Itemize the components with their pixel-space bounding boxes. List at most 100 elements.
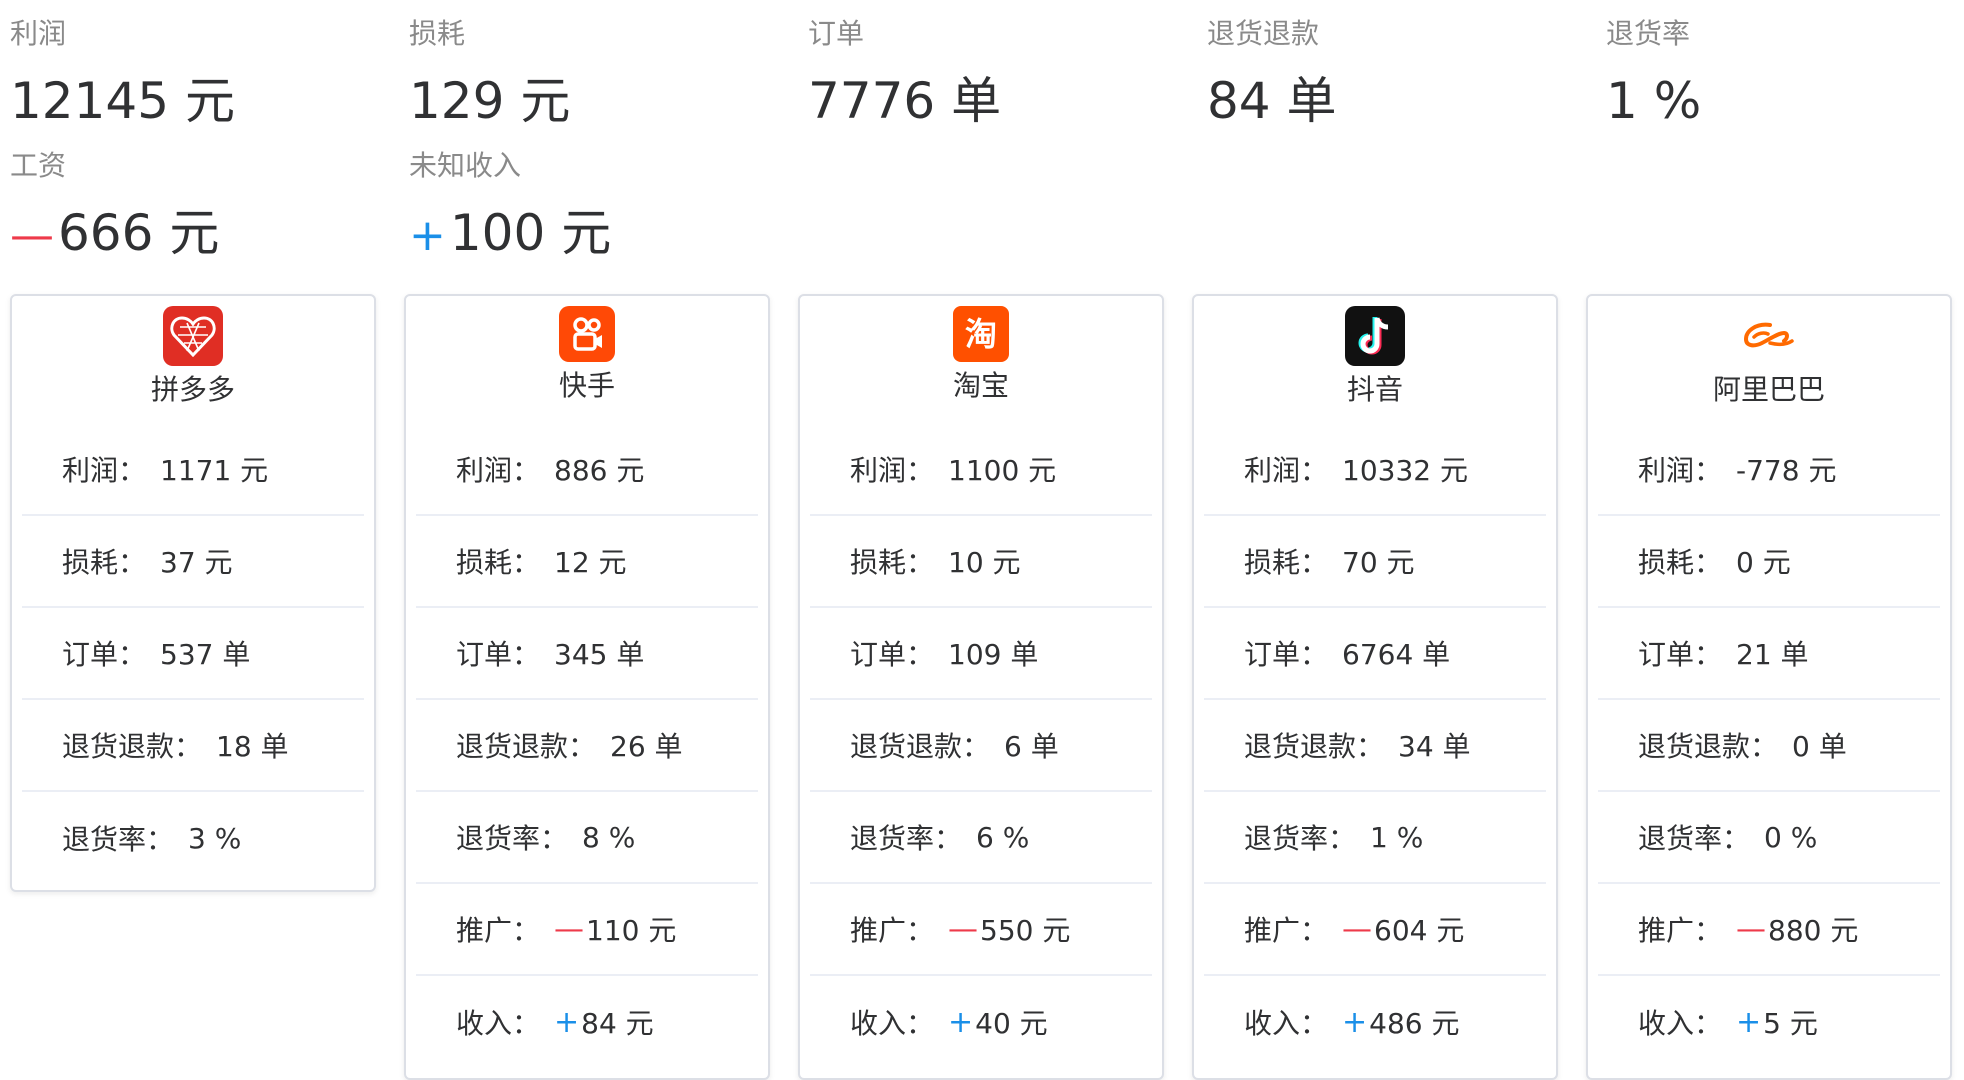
row-loss: 损耗： 0 元: [1598, 516, 1940, 608]
stat-unit: 元: [561, 204, 612, 262]
row-label: 损耗：: [62, 546, 147, 579]
stat-number: 100: [449, 204, 546, 262]
row-income: 收入： +486 元: [1204, 976, 1546, 1068]
douyin-logo: [1345, 306, 1405, 366]
stat-label: 利润: [10, 17, 67, 50]
card-header: 淘 淘宝: [800, 306, 1162, 424]
stat-label: 退货退款: [1207, 17, 1320, 50]
row-label: 收入：: [1244, 1007, 1329, 1040]
stat-value: 12145 元: [10, 76, 390, 126]
row-label: 退货率：: [1244, 822, 1357, 855]
stat-unit: 元: [169, 204, 220, 262]
plus-icon: +: [409, 210, 446, 261]
stat-unit: 单: [951, 72, 1002, 130]
stat-number: 84: [1207, 72, 1271, 130]
stat-profit: 利润 12145 元: [10, 17, 390, 127]
row-label: 订单：: [62, 638, 147, 671]
row-loss: 损耗： 37 元: [22, 516, 364, 608]
row-return-rate: 退货率： 6 %: [810, 792, 1152, 884]
row-label: 退货退款：: [62, 730, 203, 763]
row-label: 退货退款：: [1638, 730, 1779, 763]
row-income: 收入： +40 元: [810, 976, 1152, 1068]
row-income: 收入： +5 元: [1598, 976, 1940, 1068]
row-label: 收入：: [1638, 1007, 1723, 1040]
stat-unit: %: [1653, 72, 1702, 130]
row-label: 利润：: [62, 454, 147, 487]
row-value: 21 单: [1736, 638, 1809, 671]
row-label: 退货退款：: [1244, 730, 1385, 763]
stat-value: 7776 单: [808, 76, 1188, 126]
platform-name: 阿里巴巴: [1712, 373, 1825, 406]
stat-returns: 退货退款 84 单: [1207, 17, 1587, 127]
row-value: 0 %: [1764, 820, 1818, 854]
stats-list: 利润： 886 元 损耗： 12 元 订单： 345 单 退货退款： 26 单 退货率：…: [406, 424, 768, 1068]
row-value: 6 单: [1004, 730, 1059, 763]
row-orders: 订单： 537 单: [22, 608, 364, 700]
stat-number: 129: [409, 72, 505, 130]
row-value: 40 元: [975, 1007, 1048, 1040]
row-value: 1 %: [1370, 820, 1424, 854]
row-value: 84 元: [581, 1007, 654, 1040]
minus-icon: —: [1736, 911, 1767, 947]
row-orders: 订单： 21 单: [1598, 608, 1940, 700]
row-value: 880 元: [1768, 914, 1859, 947]
platform-name: 淘宝: [952, 369, 1009, 402]
platform-card-kuaishou: 快手 利润： 886 元 损耗： 12 元 订单： 345 单 退货退款： 26 单 退…: [404, 294, 770, 1080]
row-value: 5 元: [1763, 1007, 1818, 1040]
row-promotion: 推广： —880 元: [1598, 884, 1940, 976]
row-profit: 利润： 10332 元: [1204, 424, 1546, 516]
kuaishou-logo: [559, 306, 615, 362]
row-label: 损耗：: [1638, 546, 1723, 579]
row-value: 37 元: [160, 546, 233, 579]
row-income: 收入： +84 元: [416, 976, 758, 1068]
row-value: 1100 元: [948, 454, 1057, 487]
pinduoduo-logo: [163, 306, 223, 366]
row-label: 推广：: [456, 914, 541, 947]
row-label: 订单：: [850, 638, 935, 671]
summary-stats: 利润 12145 元 损耗 129 元 订单 7776 单 退货退款 84 单 …: [0, 0, 1964, 290]
stat-label: 工资: [10, 149, 67, 182]
stat-label: 损耗: [409, 17, 466, 50]
row-orders: 订单： 345 单: [416, 608, 758, 700]
stat-unknown-income: 未知收入 +100 元: [409, 152, 789, 259]
plus-icon: +: [948, 1004, 974, 1040]
stat-value: 129 元: [409, 76, 789, 126]
platform-card-taobao: 淘 淘宝 利润： 1100 元 损耗： 10 元 订单： 109 单 退货退款： 6 单…: [798, 294, 1164, 1080]
row-label: 退货率：: [456, 822, 569, 855]
row-label: 利润：: [850, 454, 935, 487]
row-orders: 订单： 6764 单: [1204, 608, 1546, 700]
row-loss: 损耗： 70 元: [1204, 516, 1546, 608]
platform-card-alibaba: 阿里巴巴 利润： -778 元 损耗： 0 元 订单： 21 单 退货退款： 0 单 退…: [1586, 294, 1952, 1080]
stat-number: 7776: [808, 72, 936, 130]
row-return-rate: 退货率： 8 %: [416, 792, 758, 884]
card-header: 拼多多: [12, 306, 374, 424]
row-label: 收入：: [850, 1007, 935, 1040]
card-header: 阿里巴巴: [1588, 306, 1950, 424]
platform-name: 快手: [558, 369, 615, 402]
row-label: 推广：: [1638, 914, 1723, 947]
stat-unit: 元: [520, 72, 571, 130]
row-value: 26 单: [610, 730, 683, 763]
row-label: 利润：: [456, 454, 541, 487]
stat-number: 1: [1606, 72, 1638, 130]
row-profit: 利润： -778 元: [1598, 424, 1940, 516]
stat-label: 退货率: [1606, 17, 1691, 50]
row-label: 退货率：: [850, 822, 963, 855]
taobao-logo-text: 淘: [964, 315, 997, 353]
stat-value: 84 单: [1207, 76, 1587, 126]
row-profit: 利润： 886 元: [416, 424, 758, 516]
plus-icon: +: [1342, 1004, 1368, 1040]
row-label: 损耗：: [1244, 546, 1329, 579]
stats-list: 利润： -778 元 损耗： 0 元 订单： 21 单 退货退款： 0 单 退货率： 0 …: [1588, 424, 1950, 1068]
row-loss: 损耗： 12 元: [416, 516, 758, 608]
stat-value: +100 元: [409, 208, 789, 258]
row-value: 10 元: [948, 546, 1021, 579]
row-label: 订单：: [1638, 638, 1723, 671]
row-value: 0 单: [1792, 730, 1847, 763]
row-loss: 损耗： 10 元: [810, 516, 1152, 608]
row-profit: 利润： 1171 元: [22, 424, 364, 516]
stat-return-rate: 退货率 1 %: [1606, 17, 1964, 127]
card-header: 快手: [406, 306, 768, 424]
row-value: 8 %: [582, 820, 636, 854]
row-label: 收入：: [456, 1007, 541, 1040]
